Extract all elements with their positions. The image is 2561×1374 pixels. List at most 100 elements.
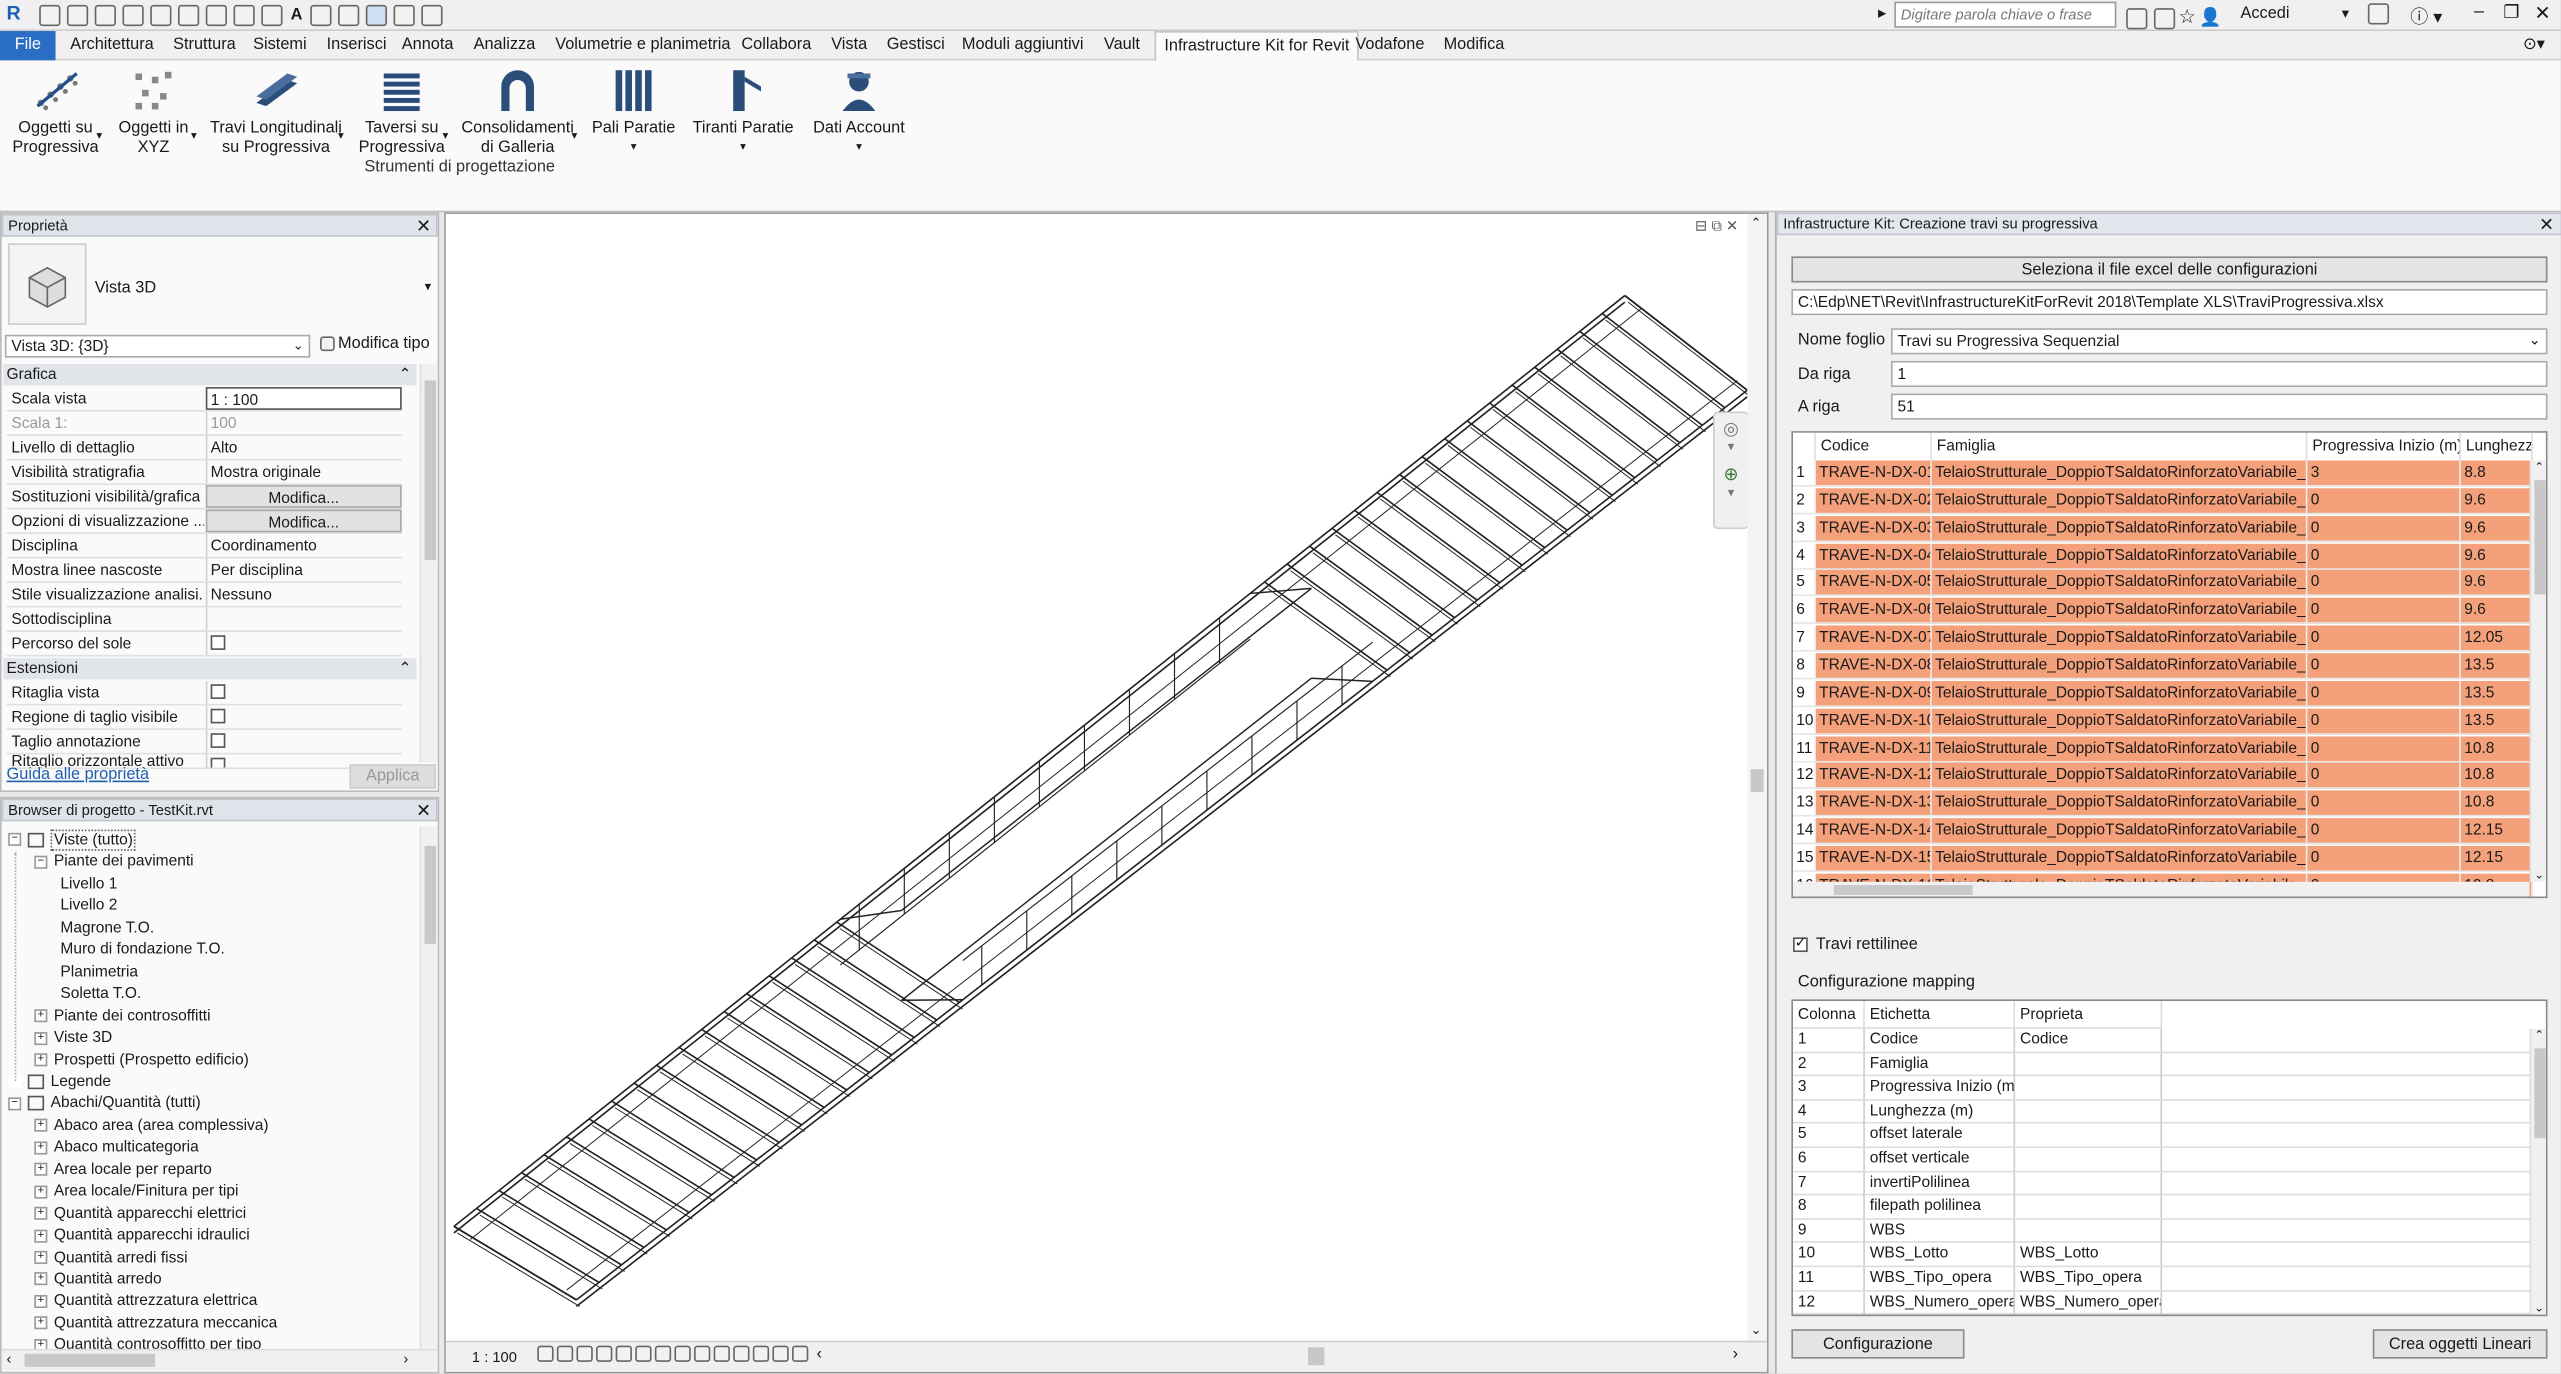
map-header-etichetta[interactable]: Etichetta xyxy=(1865,1001,2015,1029)
cell-codice[interactable]: TRAVE-N-DX-03 xyxy=(1816,516,1932,542)
dropdown-arrow-icon[interactable]: ▾ xyxy=(692,139,793,159)
group-estensioni[interactable]: Estensioni ⌃ xyxy=(3,658,416,679)
expand-icon[interactable]: + xyxy=(34,1119,47,1132)
star-icon[interactable]: ☆ xyxy=(2178,5,2196,28)
zoom-icon[interactable]: ⊕ xyxy=(1715,464,1748,485)
properties-scrollbar[interactable] xyxy=(420,364,438,762)
tab-modifica[interactable]: Modifica xyxy=(1444,36,1505,54)
expand-icon[interactable]: + xyxy=(34,1229,47,1242)
cell-codice[interactable]: TRAVE-N-DX-12 xyxy=(1816,763,1932,789)
objects-on-progressive-button[interactable]: Oggetti su Progressiva xyxy=(10,67,101,158)
cell-famiglia[interactable]: TelaioStrutturale_DoppioTSaldatoRinforza… xyxy=(1932,488,2308,514)
viewport-vscrollbar[interactable]: ⌃ ⌄ xyxy=(1747,214,1767,1341)
dropdown-arrow-icon[interactable]: ▾ xyxy=(338,129,344,142)
cell-famiglia[interactable]: TelaioStrutturale_DoppioTSaldatoRinforza… xyxy=(1932,791,2308,817)
map-cell-proprieta[interactable] xyxy=(2015,1220,2162,1243)
search-arrow-icon[interactable]: ▸ xyxy=(1878,5,1886,23)
cell-famiglia[interactable]: TelaioStrutturale_DoppioTSaldatoRinforza… xyxy=(1932,516,2308,542)
browser-category-node[interactable]: + Quantità apparecchi idraulici xyxy=(34,1227,249,1245)
mapping-row[interactable]: 8 filepath polilinea xyxy=(1793,1196,2546,1220)
map-cell-proprieta[interactable] xyxy=(2015,1100,2162,1123)
tab-vault[interactable]: Vault xyxy=(1104,36,1140,54)
expand-icon[interactable]: + xyxy=(34,1141,47,1154)
map-cell-etichetta[interactable]: WBS_Tipo_opera xyxy=(1865,1267,2015,1290)
crop-view-checkbox[interactable] xyxy=(211,684,226,699)
cell-lunghezza[interactable]: 10.8 xyxy=(2461,763,2533,789)
configuration-button[interactable]: Configurazione xyxy=(1791,1329,1964,1358)
grid-row[interactable]: 8 TRAVE-N-DX-08 TelaioStrutturale_DoppioTS… xyxy=(1793,653,2546,681)
worksharing-icon[interactable] xyxy=(733,1346,749,1362)
cell-progressiva[interactable]: 0 xyxy=(2307,488,2461,514)
cell-codice[interactable]: TRAVE-N-DX-02 xyxy=(1816,488,1932,514)
binoculars-icon[interactable] xyxy=(2126,8,2147,29)
print-icon[interactable] xyxy=(178,5,199,26)
help-icon[interactable]: ⓘ ▾ xyxy=(2410,3,2442,29)
cell-progressiva[interactable]: 0 xyxy=(2307,653,2461,679)
expand-icon[interactable]: + xyxy=(34,1317,47,1330)
browser-category-node[interactable]: + Piante dei controsoffitti xyxy=(34,1007,210,1025)
cell-lunghezza[interactable]: 9.6 xyxy=(2461,516,2533,542)
straight-beams-checkbox[interactable]: ✓ xyxy=(1793,936,1808,954)
map-cell-etichetta[interactable]: invertiPolilinea xyxy=(1865,1172,2015,1195)
browser-category-node[interactable]: + Quantità arredo xyxy=(34,1270,161,1288)
tab-collabora[interactable]: Collabora xyxy=(741,36,811,54)
login-button[interactable]: Accedi xyxy=(2240,5,2289,23)
grid-vscrollbar[interactable]: ⌃ ⌄ xyxy=(2530,461,2548,882)
browser-category-node[interactable]: + Area locale per reparto xyxy=(34,1161,211,1179)
grid-hscrollbar[interactable] xyxy=(1793,882,2529,898)
cell-progressiva[interactable]: 0 xyxy=(2307,763,2461,789)
cell-codice[interactable]: TRAVE-N-DX-06 xyxy=(1816,598,1932,624)
create-linear-objects-button[interactable]: Crea oggetti Lineari xyxy=(2373,1329,2548,1358)
property-row[interactable]: Mostra linee nascoste Per disciplina xyxy=(7,558,402,582)
tunnel-consolidation-button[interactable]: Consolidamenti di Galleria xyxy=(461,67,575,158)
from-row-input[interactable]: 1 xyxy=(1891,361,2547,387)
property-row[interactable]: Scala vista 1 : 100 xyxy=(7,387,402,411)
instance-selector[interactable]: Vista 3D: {3D} ⌄ xyxy=(5,335,310,358)
property-row[interactable]: Ritaglia vista xyxy=(7,681,402,705)
grid-row[interactable]: 9 TRAVE-N-DX-09 TelaioStrutturale_DoppioTS… xyxy=(1793,681,2546,709)
browser-view-item[interactable]: Muro di fondazione T.O. xyxy=(60,941,224,959)
browser-category-node[interactable]: + Quantità arredi fissi xyxy=(34,1249,187,1267)
tab-infrastructure-kit[interactable]: Infrastructure Kit for Revit xyxy=(1155,31,1360,62)
tag-icon[interactable] xyxy=(261,5,282,26)
viewport-hscroll-thumb[interactable] xyxy=(1308,1347,1324,1365)
grid-row[interactable]: 5 TRAVE-N-DX-05 TelaioStrutturale_DoppioTS… xyxy=(1793,571,2546,599)
grid-header-codice[interactable]: Codice xyxy=(1816,433,1932,461)
expand-icon[interactable]: + xyxy=(34,1295,47,1308)
cell-progressiva[interactable]: 0 xyxy=(2307,516,2461,542)
browser-scrollbar[interactable] xyxy=(420,826,438,1349)
text-icon[interactable]: A xyxy=(291,7,303,25)
close-icon[interactable]: ✕ xyxy=(2539,214,2554,235)
tab-sistemi[interactable]: Sistemi xyxy=(253,36,307,54)
mapping-grid[interactable]: Colonna Etichetta Proprieta 1 Codice Codic… xyxy=(1791,999,2547,1316)
mapping-row[interactable]: 4 Lunghezza (m) xyxy=(1793,1100,2546,1124)
revit-logo-icon[interactable]: R xyxy=(7,2,21,23)
browser-view-item[interactable]: Soletta T.O. xyxy=(60,985,141,1003)
cell-famiglia[interactable]: TelaioStrutturale_DoppioTSaldatoRinforza… xyxy=(1932,571,2308,597)
cell-lunghezza[interactable]: 12.15 xyxy=(2461,846,2533,872)
redo-icon[interactable] xyxy=(150,5,171,26)
map-cell-etichetta[interactable]: filepath polilinea xyxy=(1865,1196,2015,1219)
mapping-row[interactable]: 11 WBS_Tipo_opera WBS_Tipo_opera xyxy=(1793,1267,2546,1291)
annotation-crop-checkbox[interactable] xyxy=(211,733,226,748)
tab-vodafone[interactable]: Vodafone xyxy=(1355,36,1424,54)
browser-category-node[interactable]: + Viste 3D xyxy=(34,1029,112,1047)
transversal-beams-button[interactable]: Taversi su Progressiva xyxy=(356,67,447,158)
subscription-icon[interactable] xyxy=(2154,8,2175,29)
grid-row[interactable]: 6 TRAVE-N-DX-06 TelaioStrutturale_DoppioTS… xyxy=(1793,598,2546,626)
grid-row[interactable]: 7 TRAVE-N-DX-07 TelaioStrutturale_DoppioTS… xyxy=(1793,626,2546,654)
cell-famiglia[interactable]: TelaioStrutturale_DoppioTSaldatoRinforza… xyxy=(1932,708,2308,734)
map-cell-proprieta[interactable] xyxy=(2015,1076,2162,1099)
map-cell-proprieta[interactable]: WBS_Lotto xyxy=(2015,1243,2162,1266)
grid-row[interactable]: 4 TRAVE-N-DX-04 TelaioStrutturale_DoppioTS… xyxy=(1793,543,2546,571)
login-dropdown-icon[interactable]: ▾ xyxy=(2342,5,2349,23)
scroll-right-icon[interactable]: › xyxy=(1733,1346,1738,1364)
map-cell-etichetta[interactable]: WBS_Lotto xyxy=(1865,1243,2015,1266)
open-icon[interactable] xyxy=(39,5,60,26)
thin-lines-icon[interactable] xyxy=(366,5,387,26)
mapping-row[interactable]: 7 invertiPolilinea xyxy=(1793,1172,2546,1196)
property-row[interactable]: Livello di dettaglio Alto xyxy=(7,436,402,460)
cell-famiglia[interactable]: TelaioStrutturale_DoppioTSaldatoRinforza… xyxy=(1932,461,2308,487)
cell-lunghezza[interactable]: 8.8 xyxy=(2461,461,2533,487)
cell-lunghezza[interactable]: 10.8 xyxy=(2461,791,2533,817)
